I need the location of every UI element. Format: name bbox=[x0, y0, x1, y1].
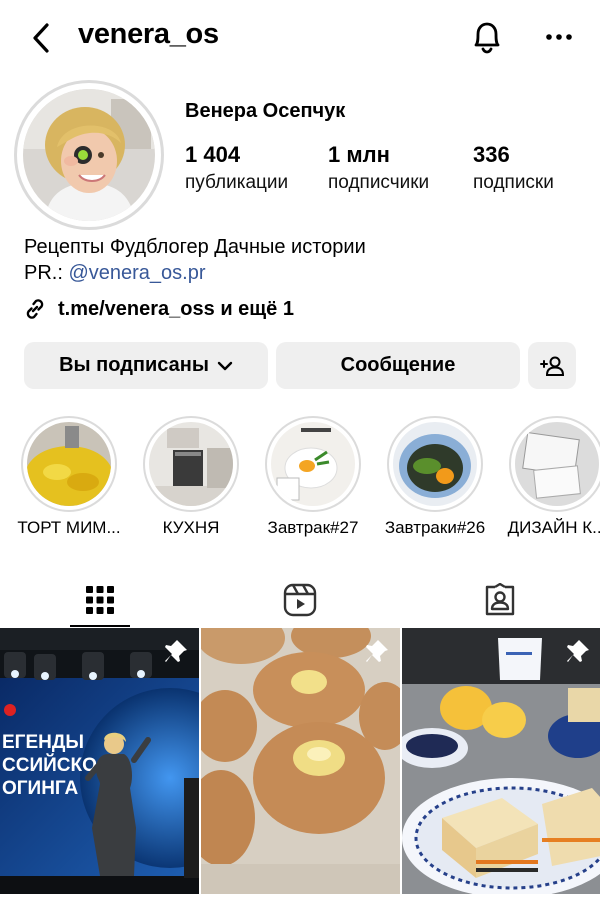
highlight-item[interactable]: ДИЗАЙН К... bbox=[507, 416, 600, 537]
pin-icon bbox=[366, 640, 388, 662]
chevron-left-icon bbox=[33, 23, 49, 53]
notifications-button[interactable] bbox=[466, 16, 508, 58]
stat-following-value: 336 bbox=[473, 142, 510, 167]
grid-icon bbox=[86, 586, 114, 614]
message-button[interactable]: Сообщение bbox=[276, 342, 520, 389]
bio-pr-line: PR.: @venera_os.pr bbox=[24, 262, 206, 285]
stat-followers-label: подписчики bbox=[328, 172, 430, 193]
post-image bbox=[201, 628, 400, 894]
following-button[interactable]: Вы подписаны bbox=[24, 342, 268, 389]
back-button[interactable] bbox=[22, 18, 62, 58]
suggest-users-button[interactable] bbox=[528, 342, 576, 389]
highlight-thumbnail bbox=[27, 422, 111, 506]
chevron-down-icon bbox=[217, 361, 233, 370]
highlight-thumbnail bbox=[271, 422, 355, 506]
more-options-button[interactable] bbox=[538, 16, 580, 58]
top-bar: venera_os bbox=[0, 0, 600, 76]
highlight-item[interactable]: ТОРТ МИМ... bbox=[17, 416, 121, 537]
message-button-label: Сообщение bbox=[340, 354, 456, 376]
profile-username: venera_os bbox=[78, 18, 219, 50]
bell-icon bbox=[474, 22, 500, 54]
tab-tagged[interactable] bbox=[400, 572, 600, 628]
avatar bbox=[23, 89, 155, 221]
highlight-item[interactable]: Завтрак#27 bbox=[263, 416, 363, 537]
bio-pr-prefix: PR.: bbox=[24, 262, 69, 284]
post-thumbnail[interactable] bbox=[402, 628, 600, 894]
highlight-ring bbox=[387, 416, 483, 512]
svg-text:ССИЙСКО: ССИЙСКО bbox=[2, 754, 97, 776]
tab-posts[interactable] bbox=[0, 572, 200, 628]
highlight-item[interactable]: Завтраки#26 bbox=[385, 416, 485, 537]
pin-icon bbox=[567, 640, 589, 662]
highlight-ring bbox=[509, 416, 600, 512]
highlight-ring bbox=[143, 416, 239, 512]
post-thumbnail[interactable]: ЕГЕНДЫ ССИЙСКО ОГИНГА bbox=[0, 628, 199, 894]
highlight-thumbnail bbox=[393, 422, 477, 506]
bio-text: Рецепты Фудблогер Дачные истории bbox=[24, 236, 366, 258]
post-image bbox=[402, 628, 600, 894]
stat-following-label: подписки bbox=[473, 172, 554, 193]
tab-reels[interactable] bbox=[200, 572, 400, 628]
post-thumbnail[interactable] bbox=[201, 628, 400, 894]
add-person-icon bbox=[540, 356, 565, 376]
pin-icon bbox=[165, 640, 187, 662]
highlight-thumbnail bbox=[149, 422, 233, 506]
active-tab-indicator bbox=[70, 625, 130, 627]
highlight-label: КУХНЯ bbox=[162, 518, 220, 537]
svg-text:ЕГЕНДЫ: ЕГЕНДЫ bbox=[2, 732, 84, 753]
tagged-icon bbox=[485, 583, 515, 616]
highlight-label: ТОРТ МИМ... bbox=[17, 518, 121, 537]
highlight-label: Завтрак#27 bbox=[267, 518, 359, 537]
highlight-item[interactable]: КУХНЯ bbox=[141, 416, 241, 537]
highlight-ring bbox=[21, 416, 117, 512]
profile-tabs bbox=[0, 572, 600, 628]
avatar-ring[interactable] bbox=[14, 80, 164, 230]
highlight-label: Завтраки#26 bbox=[384, 518, 486, 537]
link-icon bbox=[26, 299, 44, 319]
external-link[interactable]: t.me/venera_oss и ещё 1 bbox=[22, 296, 294, 322]
highlight-label: ДИЗАЙН К... bbox=[507, 518, 600, 537]
following-button-label: Вы подписаны bbox=[59, 354, 209, 376]
external-link-text: t.me/venera_oss и ещё 1 bbox=[58, 297, 294, 320]
svg-text:ОГИНГА: ОГИНГА bbox=[2, 778, 79, 799]
post-image: ЕГЕНДЫ ССИЙСКО ОГИНГА bbox=[0, 628, 199, 894]
stat-followers[interactable]: 1 млн подписчики bbox=[328, 142, 429, 194]
highlight-ring bbox=[265, 416, 361, 512]
stat-posts-value: 1 404 bbox=[185, 142, 241, 167]
stat-following[interactable]: 336 подписки bbox=[473, 142, 554, 194]
bio-mention-link[interactable]: @venera_os.pr bbox=[68, 262, 205, 284]
reels-icon bbox=[283, 583, 317, 617]
posts-grid: ЕГЕНДЫ ССИЙСКО ОГИНГА bbox=[0, 628, 600, 898]
highlight-thumbnail bbox=[515, 422, 599, 506]
more-icon bbox=[546, 34, 572, 40]
stat-followers-value: 1 млн bbox=[328, 142, 390, 167]
stat-posts-label: публикации bbox=[185, 172, 289, 193]
profile-full-name: Венера Осепчук bbox=[185, 100, 346, 122]
stat-posts[interactable]: 1 404 публикации bbox=[185, 142, 288, 194]
